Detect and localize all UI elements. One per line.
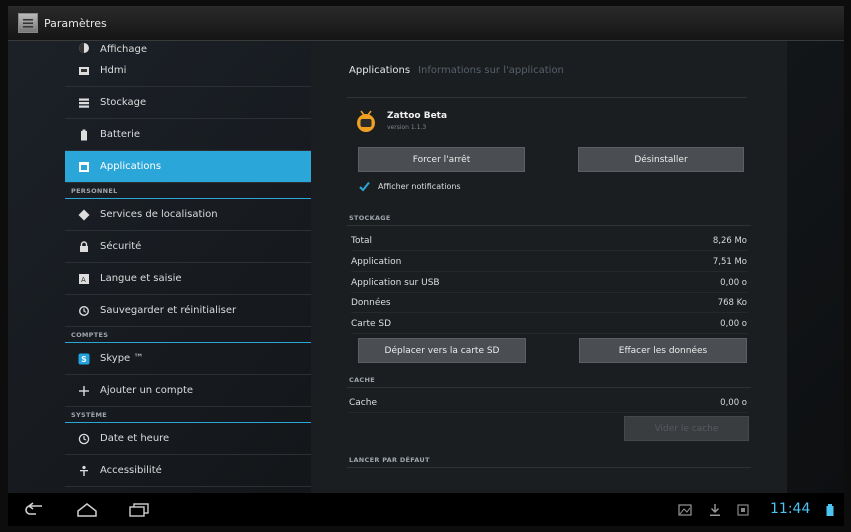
force-stop-button[interactable]: Forcer l'arrêt — [358, 147, 525, 172]
lock-icon — [77, 240, 91, 254]
divider — [347, 467, 751, 468]
apps-icon — [77, 160, 91, 174]
location-icon — [77, 208, 91, 222]
sidebar-item-applications[interactable]: Applications — [65, 151, 311, 183]
sidebar-item-skype[interactable]: S Skype ™ — [65, 343, 311, 375]
usb-notification-icon[interactable] — [736, 503, 750, 517]
divider — [347, 225, 751, 226]
move-to-sd-button[interactable]: Déplacer vers la carte SD — [358, 338, 526, 363]
row-value: 7,51 Mo — [712, 256, 747, 267]
home-icon[interactable] — [74, 502, 100, 518]
svg-text:S: S — [81, 355, 86, 364]
battery-status-icon — [826, 504, 834, 516]
app-name: Zattoo Beta — [387, 111, 448, 121]
storage-row-carte-sd: Carte SD 0,00 o — [351, 314, 747, 334]
section-header-comptes: COMPTES — [65, 327, 311, 343]
status-clock[interactable]: 11:44 — [770, 501, 810, 517]
window-title: Paramètres — [44, 16, 107, 30]
accessibility-icon — [77, 464, 91, 478]
sidebar-item-label: Batterie — [100, 129, 141, 140]
section-header-systeme: SYSTÈME — [65, 407, 311, 423]
row-label: Carte SD — [351, 318, 392, 329]
sidebar-item-label: Applications — [100, 161, 162, 172]
row-label: Application — [351, 256, 402, 267]
sidebar-item-label: Sauvegarder et réinitialiser — [100, 305, 237, 316]
sidebar-item-accessibilite[interactable]: Accessibilité — [65, 455, 311, 487]
checkmark-icon — [359, 181, 370, 192]
sidebar-item-label: Services de localisation — [100, 209, 218, 220]
settings-sidebar: Affichage Hdmi Stockage Batterie Applica… — [65, 41, 311, 493]
sidebar-item-stockage[interactable]: Stockage — [65, 87, 311, 119]
row-value: 0,00 o — [720, 277, 747, 288]
back-icon[interactable] — [22, 502, 48, 518]
row-label: Données — [351, 297, 391, 308]
gallery-notification-icon[interactable] — [678, 503, 692, 517]
breadcrumb: Applications Informations sur l'applicat… — [349, 65, 564, 76]
sidebar-item-label: Sécurité — [100, 241, 142, 252]
recent-apps-icon[interactable] — [126, 502, 152, 518]
row-label: Application sur USB — [351, 277, 440, 288]
settings-screen: Affichage Hdmi Stockage Batterie Applica… — [8, 41, 844, 493]
sidebar-item-batterie[interactable]: Batterie — [65, 119, 311, 151]
row-label: Total — [351, 235, 373, 246]
storage-row-application: Application 7,51 Mo — [351, 252, 747, 272]
divider — [347, 97, 747, 98]
zattoo-app-icon — [357, 110, 375, 132]
sidebar-item-localisation[interactable]: Services de localisation — [65, 199, 311, 231]
breadcrumb-app-info: Informations sur l'application — [418, 65, 564, 76]
skype-icon: S — [77, 352, 91, 366]
sidebar-item-label: Ajouter un compte — [100, 385, 194, 396]
svg-text:A: A — [81, 276, 86, 284]
clear-data-button[interactable]: Effacer les données — [579, 338, 747, 363]
plus-icon — [77, 384, 91, 398]
section-header-cache: CACHE — [349, 376, 375, 384]
download-notification-icon[interactable] — [708, 503, 722, 517]
section-header-personnel: PERSONNEL — [65, 183, 311, 199]
row-value: 768 Ko — [717, 297, 747, 308]
row-value: 0,00 o — [720, 318, 747, 329]
sidebar-item-affichage[interactable]: Affichage — [65, 41, 311, 55]
sidebar-item-hdmi[interactable]: Hdmi — [65, 55, 311, 87]
sidebar-item-langue[interactable]: A Langue et saisie — [65, 263, 311, 295]
section-header-stockage: STOCKAGE — [349, 214, 391, 222]
sidebar-item-date-heure[interactable]: Date et heure — [65, 423, 311, 455]
backup-icon — [77, 304, 91, 318]
system-navigation-bar: 11:44 — [8, 493, 844, 526]
sidebar-item-sauvegarder[interactable]: Sauvegarder et réinitialiser — [65, 295, 311, 327]
language-icon: A — [77, 272, 91, 286]
row-value: 8,26 Mo — [712, 235, 747, 246]
show-notifications-checkbox[interactable]: Afficher notifications — [359, 181, 461, 192]
sidebar-item-label: Accessibilité — [100, 465, 162, 476]
sidebar-item-label: Skype ™ — [100, 353, 144, 364]
app-version: version 1.1.3 — [387, 124, 427, 131]
row-label: Cache — [349, 397, 377, 408]
sidebar-item-label: Date et heure — [100, 433, 170, 444]
battery-icon — [77, 128, 91, 142]
storage-row-usb: Application sur USB 0,00 o — [351, 273, 747, 293]
show-notifications-label: Afficher notifications — [378, 182, 461, 191]
breadcrumb-applications[interactable]: Applications — [349, 65, 410, 76]
storage-row-donnees: Données 768 Ko — [351, 293, 747, 313]
sidebar-item-label: Hdmi — [100, 65, 127, 76]
storage-icon — [77, 96, 91, 110]
uninstall-button[interactable]: Désinstaller — [578, 147, 744, 172]
hdmi-icon — [77, 64, 91, 78]
clear-cache-button[interactable]: Vider le cache — [624, 416, 749, 441]
row-value: 0,00 o — [720, 397, 747, 408]
sidebar-item-label: Affichage — [100, 44, 147, 55]
display-icon — [77, 41, 91, 55]
clock-icon — [77, 432, 91, 446]
divider — [347, 387, 751, 388]
sidebar-item-securite[interactable]: Sécurité — [65, 231, 311, 263]
section-header-lancer-defaut: LANCER PAR DÉFAUT — [349, 456, 430, 464]
cache-row: Cache 0,00 o — [349, 393, 747, 413]
sidebar-item-ajouter-compte[interactable]: Ajouter un compte — [65, 375, 311, 407]
storage-row-total: Total 8,26 Mo — [351, 231, 747, 251]
sidebar-item-label: Stockage — [100, 97, 147, 108]
app-info-panel: Applications Informations sur l'applicat… — [311, 41, 787, 493]
settings-app-icon[interactable] — [18, 13, 38, 33]
sidebar-item-label: Langue et saisie — [100, 273, 182, 284]
title-bar: Paramètres — [8, 6, 844, 41]
